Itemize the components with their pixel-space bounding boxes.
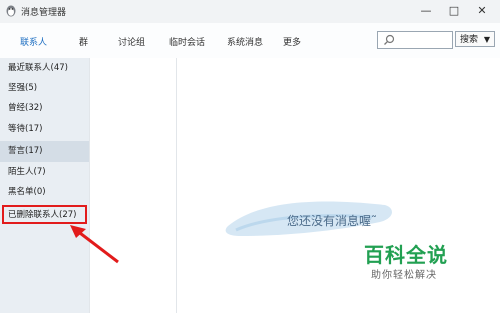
watermark-subtitle: 助你轻松解决 [371, 270, 437, 281]
red-arrow-icon [70, 225, 119, 264]
empty-message: 您还没有消息喔˜ [287, 214, 378, 228]
watermark-title: 百科全说 [364, 243, 448, 267]
